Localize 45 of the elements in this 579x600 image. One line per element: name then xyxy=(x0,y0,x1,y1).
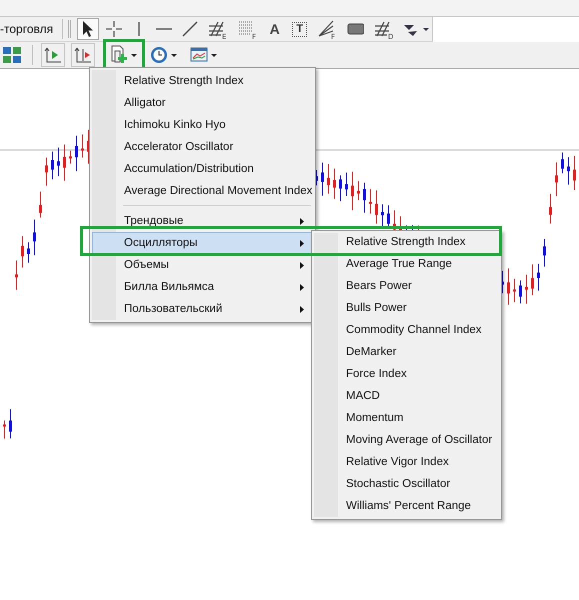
menu-item[interactable]: Bulls Power xyxy=(314,297,499,319)
menu-item[interactable]: Accelerator Oscillator xyxy=(92,136,313,158)
menu-item[interactable]: Average True Range xyxy=(314,253,499,275)
submenu-arrow-icon xyxy=(300,218,304,224)
axis-play-icon xyxy=(44,46,62,64)
menu-item[interactable]: Moving Average of Oscillator xyxy=(314,429,499,451)
horizontal-line-icon xyxy=(156,28,172,30)
menu-item[interactable]: Билла Вильямса xyxy=(92,276,313,298)
menu-item[interactable]: Williams' Percent Range xyxy=(314,495,499,517)
tiles-icon xyxy=(3,47,21,63)
diagonal-line-icon xyxy=(180,20,198,38)
submenu-arrow-icon xyxy=(300,306,304,312)
menu-item[interactable]: Average Directional Movement Index xyxy=(92,180,313,202)
text-tool-button[interactable]: A xyxy=(264,18,286,40)
submenu-arrow-icon xyxy=(300,262,304,268)
menu-item[interactable]: Accumulation/Distribution xyxy=(92,158,313,180)
text-label-button[interactable]: T xyxy=(288,18,311,40)
menu-item[interactable]: Alligator xyxy=(92,92,313,114)
submenu-arrow-icon xyxy=(300,240,304,246)
cursor-tool-button[interactable] xyxy=(76,18,99,40)
cursor-icon xyxy=(80,20,95,38)
chart-autoscroll-button[interactable] xyxy=(41,43,65,67)
clock-icon xyxy=(150,45,178,65)
menu-item[interactable]: DeMarker xyxy=(314,341,499,363)
menu-item[interactable]: Объемы xyxy=(92,254,313,276)
menu-item[interactable]: MACD xyxy=(314,385,499,407)
menu-item[interactable]: Пользовательский xyxy=(92,298,313,320)
menu-item[interactable]: Relative Strength Index xyxy=(92,70,313,92)
axis-shift-icon xyxy=(74,46,92,64)
toolbar-grip-icon[interactable] xyxy=(68,20,72,38)
chart-shift-button[interactable] xyxy=(71,43,95,67)
menu-item[interactable]: Bears Power xyxy=(314,275,499,297)
menu-item[interactable]: Stochastic Oscillator xyxy=(314,473,499,495)
document-plus-icon xyxy=(110,45,138,65)
menu-item[interactable]: Осцилляторы xyxy=(92,232,313,254)
crosshair-icon xyxy=(104,20,122,38)
menu-item[interactable]: Momentum xyxy=(314,407,499,429)
toolbar-label: -торговля xyxy=(0,22,54,36)
submenu-arrow-icon xyxy=(300,284,304,290)
menu-item[interactable]: Force Index xyxy=(314,363,499,385)
menu-item[interactable]: Ichimoku Kinko Hyo xyxy=(92,114,313,136)
menu-item[interactable]: Relative Vigor Index xyxy=(314,451,499,473)
menu-item[interactable]: Commodity Channel Index xyxy=(314,319,499,341)
vertical-line-icon xyxy=(136,20,141,38)
menu-item[interactable]: Трендовые xyxy=(92,210,313,232)
